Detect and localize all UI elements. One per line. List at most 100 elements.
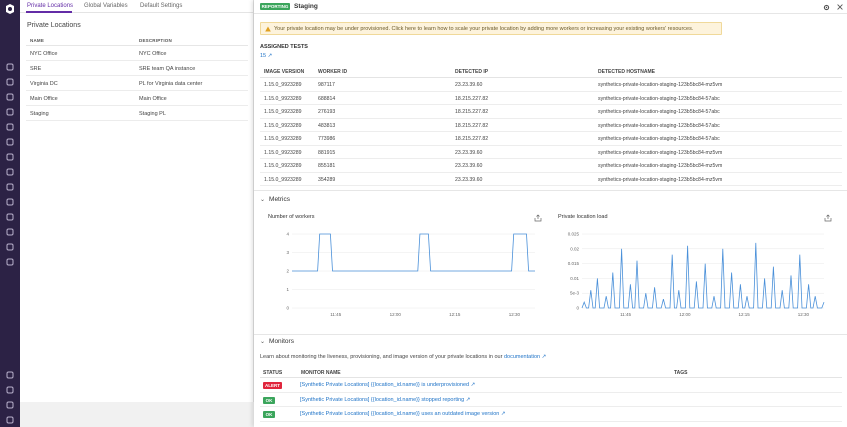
detected-hostname-cell: synthetics-private-location-staging-123b…: [598, 136, 720, 142]
settings-icon[interactable]: [5, 257, 15, 267]
monitors-label: Monitors: [269, 338, 294, 345]
export-icon[interactable]: [824, 214, 832, 222]
column-header-tags[interactable]: TAGS: [674, 370, 688, 376]
synthetics-icon[interactable]: [5, 167, 15, 177]
logs-icon[interactable]: [5, 137, 15, 147]
column-header-image-version[interactable]: IMAGE VERSION: [264, 69, 304, 75]
y-tick-label: 3: [286, 250, 289, 255]
y-tick-label: 0.01: [570, 276, 579, 281]
column-header-detected-hostname[interactable]: DETECTED HOSTNAME: [598, 69, 655, 75]
image-version-cell: 1.15.0_9923289: [264, 82, 302, 88]
tab-private-locations[interactable]: Private Locations: [27, 3, 73, 9]
x-tick-label: 12:00: [390, 312, 402, 317]
metrics-toggle[interactable]: ⌄ Metrics: [260, 196, 290, 203]
warning-text: Your private location may be under provi…: [274, 26, 693, 32]
rum-icon[interactable]: [5, 227, 15, 237]
user-avatar-icon[interactable]: [5, 415, 15, 425]
worker-id-cell: 855181: [318, 163, 335, 169]
gear-icon[interactable]: [821, 2, 831, 12]
table-row[interactable]: StagingStaging PL: [26, 106, 248, 121]
worker-id-cell: 881915: [318, 150, 335, 156]
x-tick-label: 11:45: [330, 312, 341, 317]
external-link-icon: ↗: [542, 354, 547, 360]
table-row: 1.15.0_992328968881418.215.227.82synthet…: [260, 92, 842, 106]
monitor-name-link[interactable]: [Synthetic Private Locations] {{location…: [300, 382, 475, 388]
y-tick-label: 1: [286, 287, 289, 292]
security-icon[interactable]: [5, 152, 15, 162]
column-header-name[interactable]: NAME: [30, 38, 44, 43]
table-row[interactable]: ALERT[Synthetic Private Locations] {{loc…: [260, 378, 842, 393]
monitors-toggle[interactable]: ⌄Monitors: [260, 338, 294, 345]
table-row[interactable]: Main OfficeMain Office: [26, 91, 248, 106]
apm-icon[interactable]: [5, 122, 15, 132]
shield-icon[interactable]: [5, 242, 15, 252]
load-line-chart[interactable]: 05e-30.010.0150.020.02511:4512:0012:1512…: [558, 230, 832, 322]
monitor-name: [Synthetic Private Locations] {{location…: [300, 382, 469, 388]
chevron-down-icon: ⌄: [260, 196, 265, 203]
private-locations-panel: Private Locations Global Variables Defau…: [20, 0, 254, 427]
team-icon[interactable]: [5, 400, 15, 410]
search-icon[interactable]: [5, 62, 15, 72]
monitors-table: STATUS MONITOR NAME TAGS ALERT[Synthetic…: [260, 369, 842, 422]
active-tab-indicator: [26, 11, 72, 13]
x-tick-label: 12:15: [739, 312, 751, 317]
y-tick-label: 0: [286, 306, 289, 311]
status-badge: REPORTING: [260, 3, 290, 10]
infrastructure-icon[interactable]: [5, 107, 15, 117]
export-icon[interactable]: [534, 214, 542, 222]
documentation-link[interactable]: documentation ↗: [504, 354, 546, 360]
monitor-name: [Synthetic Private Locations] {{location…: [300, 411, 499, 417]
column-header-worker-id[interactable]: WORKER ID: [318, 69, 347, 75]
table-row: 1.15.0_992328985518123.23.39.60synthetic…: [260, 159, 842, 173]
monitor-name-link[interactable]: [Synthetic Private Locations] {{location…: [300, 411, 506, 417]
table-row[interactable]: SRESRE team QA instance: [26, 61, 248, 76]
status-badge: OK: [263, 397, 275, 404]
table-header: STATUS MONITOR NAME TAGS: [260, 369, 842, 378]
location-name: Virginia DC: [30, 81, 58, 87]
tab-default-settings[interactable]: Default Settings: [140, 3, 182, 9]
detected-hostname-cell: synthetics-private-location-staging-123b…: [598, 123, 720, 129]
documentation-link-text: documentation: [504, 354, 540, 360]
workers-line-chart[interactable]: 0123411:4512:0012:1512:30: [268, 230, 543, 322]
network-icon[interactable]: [5, 182, 15, 192]
monitor-icon[interactable]: [5, 77, 15, 87]
image-version-cell: 1.15.0_9923289: [264, 96, 302, 102]
column-header-detected-ip[interactable]: DETECTED IP: [455, 69, 488, 75]
workers-table: IMAGE VERSION WORKER ID DETECTED IP DETE…: [260, 66, 842, 186]
close-icon[interactable]: [835, 2, 845, 12]
assigned-tests-count: 15: [260, 53, 266, 59]
monitors-intro-text: Learn about monitoring the liveness, pro…: [260, 354, 502, 360]
series-line: [582, 243, 824, 308]
underprovisioned-warning[interactable]: Your private location may be under provi…: [260, 22, 722, 35]
assigned-tests-link[interactable]: 15 ↗: [260, 53, 272, 59]
x-tick-label: 11:45: [620, 312, 631, 317]
x-tick-label: 12:15: [449, 312, 461, 317]
detected-ip-cell: 18.215.227.82: [455, 123, 488, 129]
detected-ip-cell: 23.23.39.60: [455, 163, 482, 169]
table-row[interactable]: OK[Synthetic Private Locations] {{locati…: [260, 407, 842, 422]
table-row[interactable]: NYC OfficeNYC Office: [26, 46, 248, 61]
table-row[interactable]: OK [Synthetic Private Locations] {{locati…: [260, 393, 842, 408]
table-row: 1.15.0_992328988191523.23.39.60synthetic…: [260, 146, 842, 160]
load-chart: Private location load 05e-30.010.0150.02…: [558, 214, 832, 324]
monitor-name-link[interactable]: [Synthetic Private Locations] {{location…: [300, 397, 470, 403]
notebooks-icon[interactable]: [5, 197, 15, 207]
table-row[interactable]: Virginia DCPL for Virginia data center: [26, 76, 248, 91]
y-tick-label: 0.015: [568, 261, 580, 266]
column-header-monitor-name[interactable]: MONITOR NAME: [301, 370, 341, 376]
detected-ip-cell: 18.215.227.82: [455, 96, 488, 102]
table-row: 1.15.0_992328977398618.215.227.82synthet…: [260, 132, 842, 146]
monitor-name: [Synthetic Private Locations] {{location…: [300, 397, 464, 403]
chat-icon[interactable]: [5, 370, 15, 380]
integrations-icon[interactable]: [5, 212, 15, 222]
tab-global-variables[interactable]: Global Variables: [84, 3, 128, 9]
column-header-status[interactable]: STATUS: [263, 370, 282, 376]
help-icon[interactable]: [5, 385, 15, 395]
column-header-description[interactable]: DESCRIPTION: [139, 38, 172, 43]
locations-table: NAME DESCRIPTION NYC OfficeNYC OfficeSRE…: [26, 36, 248, 121]
location-description: Main Office: [139, 96, 167, 102]
dashboard-icon[interactable]: [5, 92, 15, 102]
logo-icon[interactable]: [4, 3, 16, 15]
worker-id-cell: 987117: [318, 82, 335, 88]
metrics-label: Metrics: [269, 196, 290, 203]
